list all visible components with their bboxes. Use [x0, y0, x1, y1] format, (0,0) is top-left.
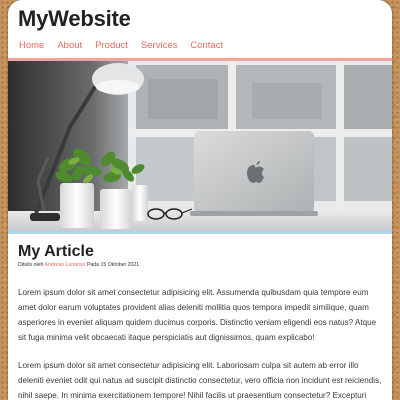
page-container: MyWebsite Home About Product Services Co… [8, 0, 392, 400]
nav-home[interactable]: Home [19, 40, 44, 51]
site-title[interactable]: MyWebsite [18, 6, 131, 32]
byline-prefix: Ditulis oleh [18, 262, 44, 268]
article-date: 15 Oktober 2021 [100, 262, 140, 268]
article-paragraph-2: Lorem ipsum dolor sit amet consectetur a… [18, 361, 382, 400]
hero-image [8, 61, 392, 231]
article-paragraph-1: Lorem ipsum dolor sit amet consectetur a… [18, 288, 377, 342]
nav-services[interactable]: Services [141, 40, 177, 51]
hero-photo [8, 61, 392, 231]
nav-product[interactable]: Product [95, 40, 128, 51]
byline-middle: Pada [86, 262, 100, 268]
article-title: My Article [18, 243, 94, 260]
main-nav: Home About Product Services Contact [19, 40, 223, 51]
article-byline: Ditulis oleh Andrean Lunanso Pada 15 Okt… [18, 262, 139, 268]
nav-about[interactable]: About [57, 40, 82, 51]
author-link[interactable]: Andrean Lunanso [45, 262, 86, 268]
hero-divider [8, 231, 392, 234]
nav-contact[interactable]: Contact [190, 40, 223, 51]
